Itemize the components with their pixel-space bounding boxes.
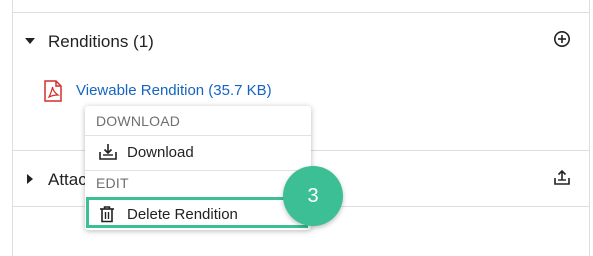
attachments-section-title: Attac: [48, 170, 87, 189]
pdf-icon: [43, 80, 63, 107]
download-menu-label: Download: [127, 144, 194, 161]
callout-highlight-box: [86, 197, 308, 228]
caret-down-icon[interactable]: [25, 38, 35, 44]
caret-right-icon[interactable]: [27, 174, 33, 184]
menu-divider: [85, 135, 311, 136]
download-tray-icon: [98, 143, 118, 166]
download-menu-heading: DOWNLOAD: [96, 113, 181, 129]
section-divider: [12, 12, 590, 13]
viewable-rendition-link[interactable]: Viewable Rendition (35.7 KB): [76, 82, 272, 99]
renditions-section-header[interactable]: Renditions (1): [12, 27, 590, 57]
renditions-section-title: Renditions (1): [48, 32, 154, 51]
step-number-badge: 3: [283, 166, 343, 226]
menu-divider: [85, 170, 311, 171]
plus-circle-icon[interactable]: [553, 30, 571, 53]
upload-tray-icon[interactable]: [553, 168, 571, 191]
download-menu-item[interactable]: Download: [85, 140, 311, 166]
edit-menu-heading: EDIT: [96, 175, 129, 191]
